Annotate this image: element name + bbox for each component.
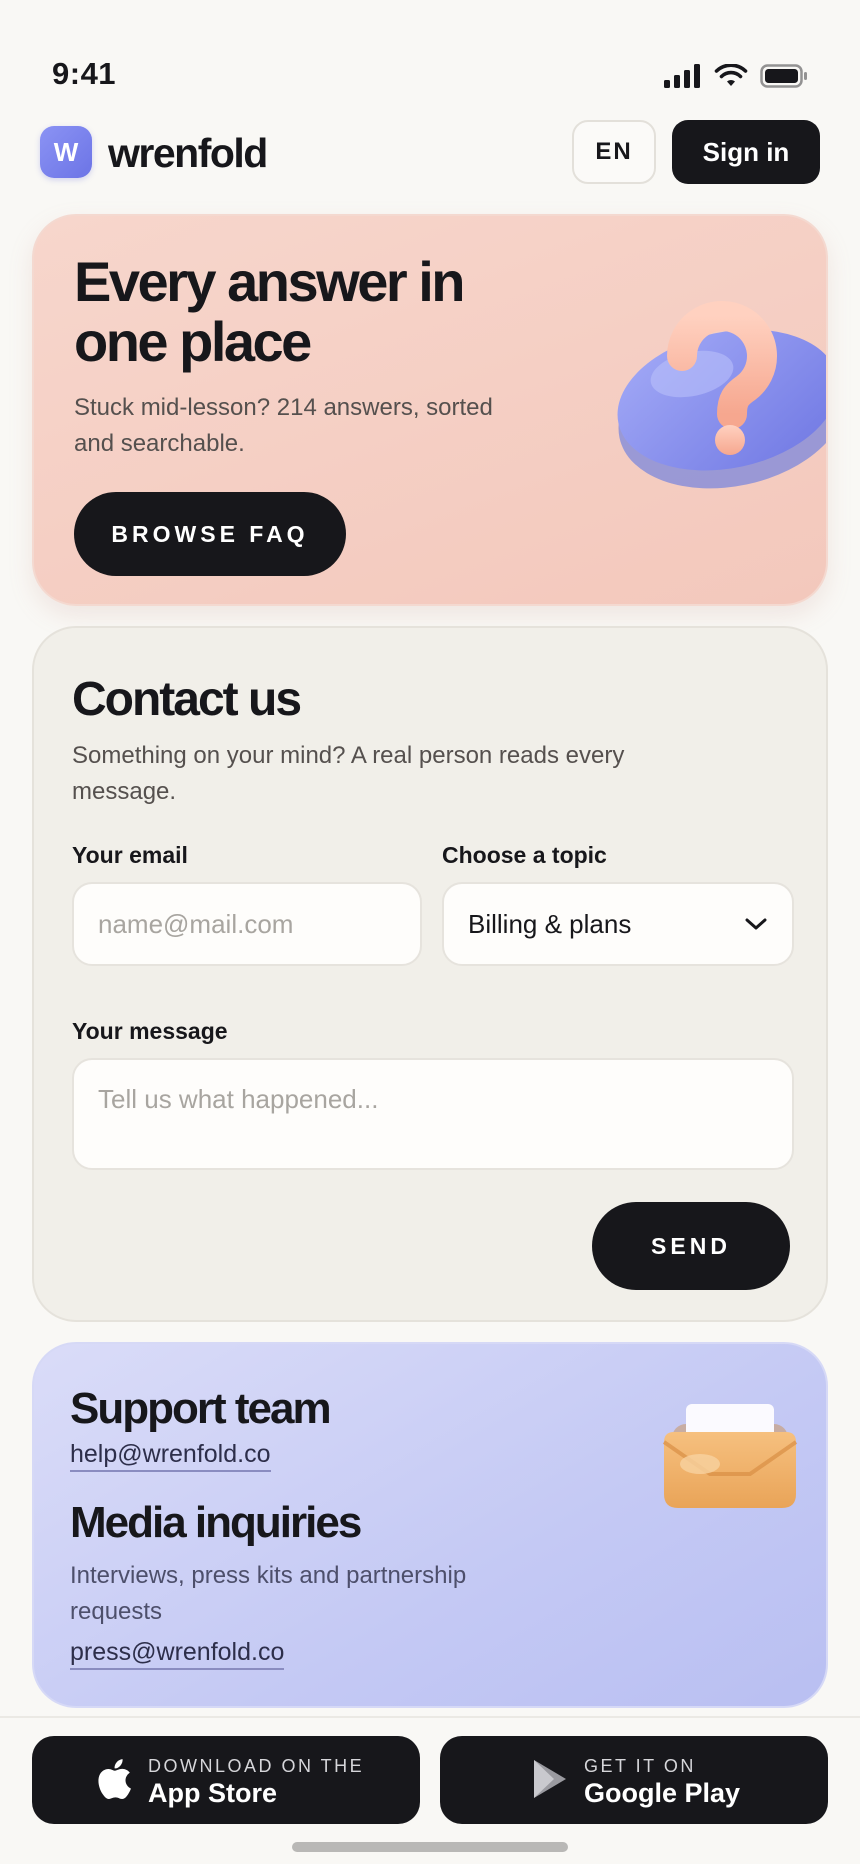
send-button[interactable]: SEND — [592, 1202, 790, 1290]
google-play-caption: GET IT ON — [584, 1756, 696, 1776]
cellular-signal-icon — [664, 64, 700, 88]
status-icons — [664, 64, 808, 88]
support-contacts-card: Support team help@wrenfold.co Media inqu… — [32, 1342, 828, 1708]
chevron-down-icon — [745, 918, 767, 930]
contact-form-card: Contact us Something on your mind? A rea… — [32, 626, 828, 1322]
app-store-button[interactable]: DOWNLOAD ON THE App Store — [32, 1736, 420, 1824]
press-email-link[interactable]: press@wrenfold.co — [70, 1638, 285, 1670]
inbox-tray-icon — [662, 1404, 798, 1508]
email-field[interactable]: name@mail.com — [72, 882, 422, 966]
topic-label: Choose a topic — [442, 842, 607, 868]
sign-in-button[interactable]: Sign in — [672, 120, 820, 184]
status-bar: 9:41 — [0, 0, 860, 110]
google-play-icon — [534, 1760, 566, 1798]
faq-hero-card: Every answer in one place Stuck mid-less… — [32, 214, 828, 606]
email-label: Your email — [72, 842, 188, 868]
app-header: W wrenfold EN Sign in — [40, 120, 820, 186]
topic-selected-value: Billing & plans — [468, 908, 632, 939]
topic-select[interactable]: Billing & plans — [442, 882, 794, 966]
google-play-button[interactable]: GET IT ON Google Play — [440, 1736, 828, 1824]
message-textarea[interactable]: Tell us what happened... — [72, 1058, 794, 1170]
browse-faq-button[interactable]: BROWSE FAQ — [74, 492, 346, 576]
support-team-title: Support team — [70, 1384, 332, 1433]
app-store-caption: DOWNLOAD ON THE — [148, 1756, 365, 1776]
support-email-link[interactable]: help@wrenfold.co — [70, 1440, 271, 1472]
app-store-label: App Store — [148, 1778, 278, 1808]
language-button[interactable]: EN — [572, 120, 656, 184]
status-time: 9:41 — [52, 56, 117, 91]
home-indicator[interactable] — [292, 1842, 568, 1852]
brand-name[interactable]: wrenfold — [108, 130, 268, 177]
logo-icon[interactable]: W — [40, 126, 92, 178]
battery-icon — [760, 64, 807, 88]
media-inquiries-subtitle: Interviews, press kits and partnership r… — [70, 1562, 467, 1625]
contact-subtitle: Something on your mind? A real person re… — [72, 742, 625, 805]
apple-icon — [98, 1759, 131, 1800]
footer-divider — [0, 1716, 860, 1718]
contact-title: Contact us — [72, 673, 302, 726]
media-inquiries-title: Media inquiries — [70, 1498, 362, 1547]
hero-subtitle: Stuck mid-lesson? 214 answers, sorted an… — [74, 394, 493, 457]
wifi-icon — [714, 64, 748, 86]
hero-title: Every answer in one place — [74, 250, 465, 373]
google-play-label: Google Play — [584, 1778, 741, 1808]
question-bubble-icon — [617, 301, 826, 489]
message-label: Your message — [72, 1018, 228, 1044]
